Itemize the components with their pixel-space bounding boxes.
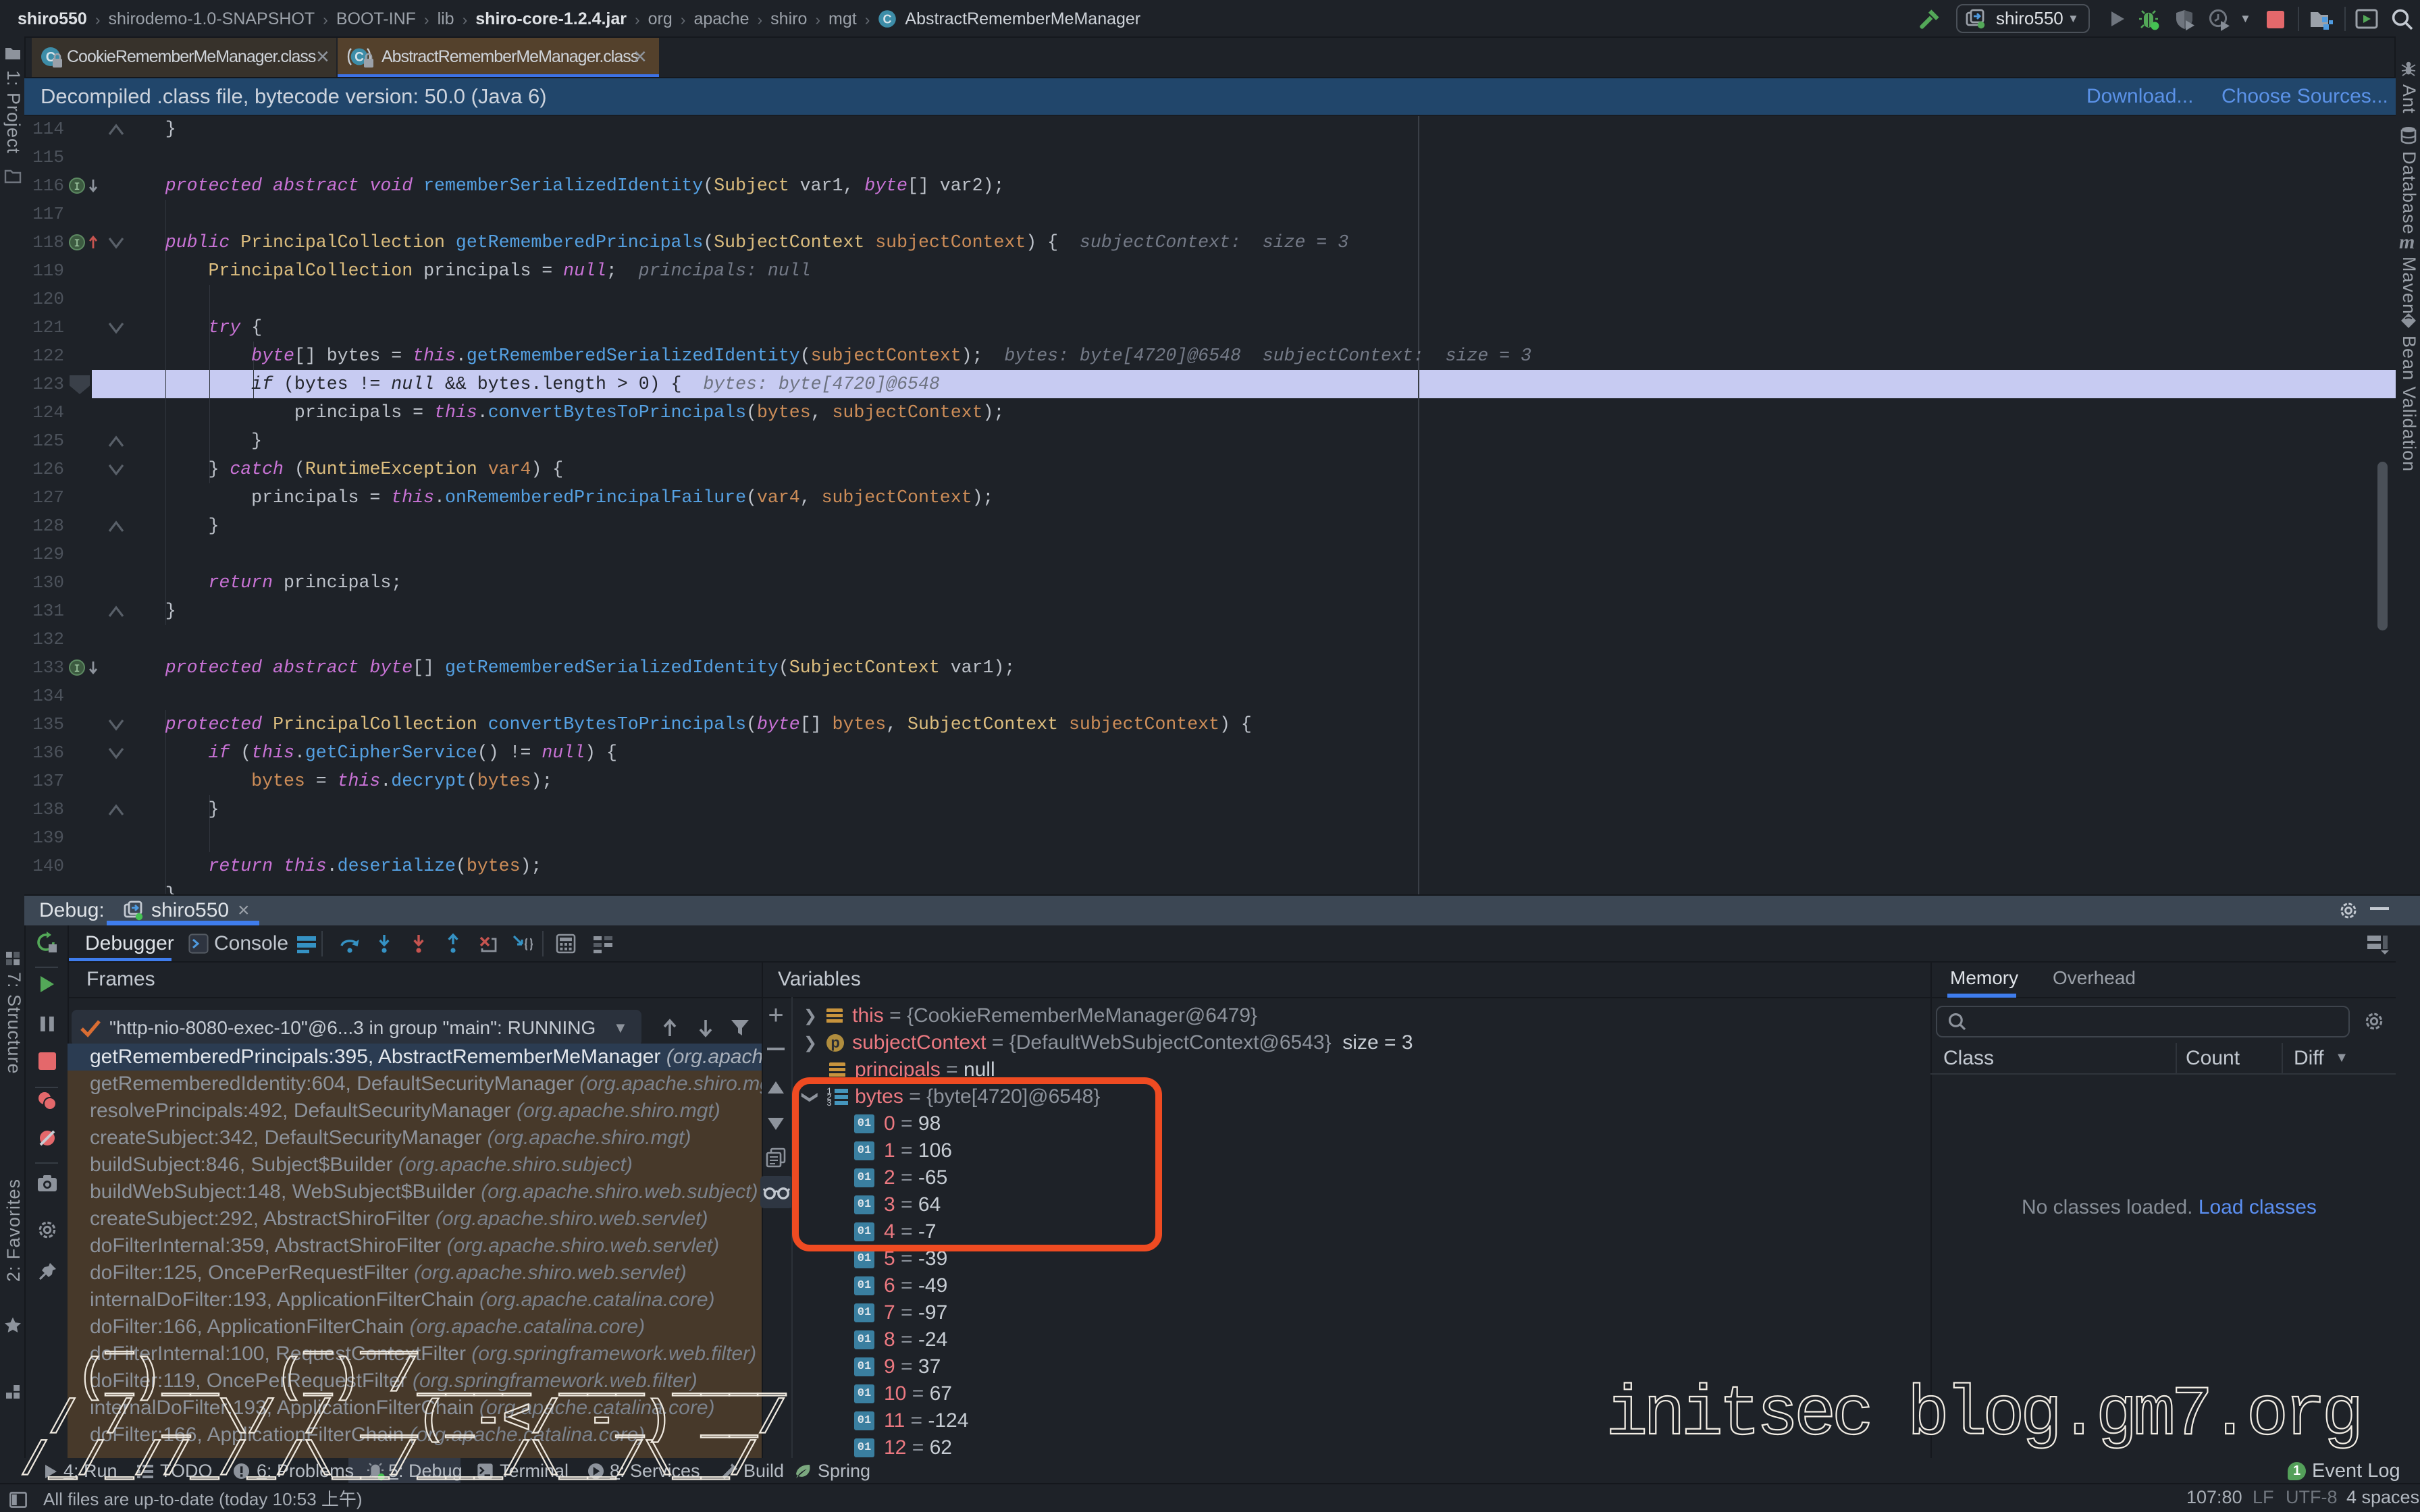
svg-text:C: C [354, 51, 364, 65]
svg-text:I: I [74, 181, 80, 193]
svg-text:I: I [74, 663, 80, 675]
svg-text:C: C [883, 12, 892, 26]
svg-text:I: I [74, 238, 80, 250]
